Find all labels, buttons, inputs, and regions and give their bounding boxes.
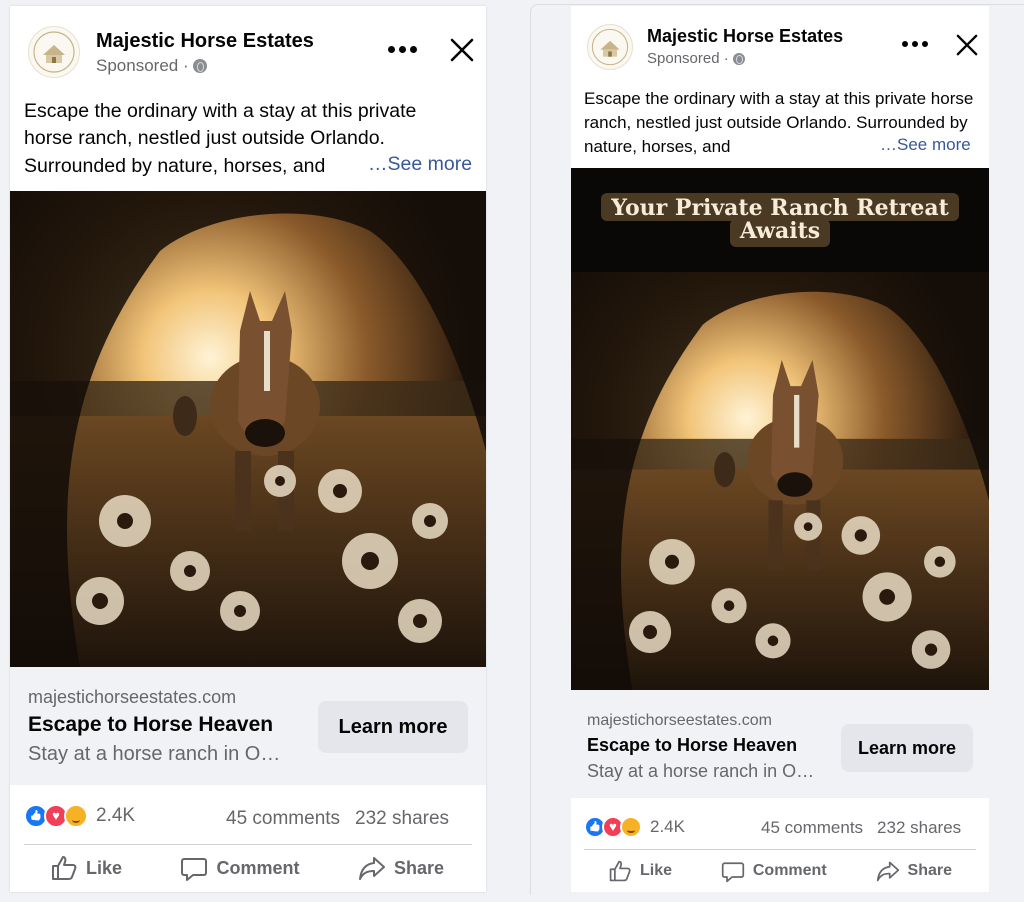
link-headline: Escape to Horse Heaven: [587, 735, 798, 755]
sponsored-text: Sponsored ·: [647, 50, 729, 67]
banner-title-line2: Awaits: [729, 218, 831, 248]
more-options-button[interactable]: [902, 41, 928, 47]
shares-count[interactable]: 232 shares: [355, 808, 449, 830]
comment-icon: [181, 858, 208, 881]
page-name[interactable]: Majestic Horse Estates: [647, 26, 843, 47]
like-label: Like: [86, 857, 123, 878]
link-preview[interactable]: majestichorseestates.com Escape to Horse…: [571, 690, 989, 798]
more-options-button[interactable]: [388, 46, 417, 53]
share-label: Share: [907, 862, 952, 879]
link-domain: majestichorseestates.com: [28, 687, 237, 707]
thumbs-up-icon: [52, 856, 77, 880]
sponsored-label: Sponsored ·: [96, 56, 207, 76]
link-preview[interactable]: majestichorseestates.com Escape to Horse…: [10, 667, 486, 785]
divider: [24, 844, 472, 845]
comment-label: Comment: [752, 862, 827, 879]
globe-icon: [192, 59, 207, 73]
ad-image[interactable]: [571, 272, 989, 690]
page-logo[interactable]: [28, 26, 80, 78]
sponsored-text: Sponsored ·: [96, 56, 189, 75]
comments-count[interactable]: 45 comments: [761, 818, 863, 838]
link-description: Stay at a horse ranch in O…: [28, 743, 281, 765]
reaction-count: 2.4K: [650, 817, 685, 836]
share-label: Share: [393, 857, 444, 878]
reaction-summary[interactable]: 2.4K: [584, 816, 685, 838]
share-icon: [358, 857, 385, 880]
learn-more-button[interactable]: Learn more: [318, 701, 468, 753]
action-bar: Like Comment Share: [608, 859, 952, 883]
shares-count[interactable]: 232 shares: [877, 818, 961, 838]
comments-count[interactable]: 45 comments: [226, 808, 340, 830]
share-icon: [876, 861, 899, 882]
divider: [584, 849, 976, 850]
image-banner: Your Private Ranch Retreat Awaits: [571, 168, 989, 272]
like-button[interactable]: Like: [50, 854, 122, 882]
thumbs-up-icon: [609, 860, 631, 882]
page-logo[interactable]: [587, 24, 633, 70]
link-description: Stay at a horse ranch in O…: [587, 761, 815, 781]
comment-icon: [721, 862, 745, 883]
link-domain: majestichorseestates.com: [587, 712, 772, 729]
comment-label: Comment: [216, 857, 300, 878]
link-headline: Escape to Horse Heaven: [28, 713, 274, 736]
care-reaction-icon: [64, 804, 88, 828]
banner-title-line1: Your Private Ranch Retreat: [601, 192, 959, 221]
ad-card-story-preview: Majestic Horse Estates Sponsored · Escap…: [571, 6, 989, 892]
ad-card-feed-preview: Majestic Horse Estates Sponsored · Escap…: [10, 6, 486, 892]
care-reaction-icon: [620, 816, 642, 838]
see-more-link[interactable]: …See more: [875, 135, 971, 155]
engagement-counts: 45 comments 232 shares: [226, 808, 449, 830]
globe-icon: [732, 52, 745, 65]
comment-button[interactable]: Comment: [721, 859, 827, 883]
page-name[interactable]: Majestic Horse Estates: [96, 30, 314, 53]
like-button[interactable]: Like: [608, 859, 672, 883]
share-button[interactable]: Share: [876, 859, 952, 883]
comment-button[interactable]: Comment: [180, 854, 300, 882]
close-icon[interactable]: [450, 38, 474, 62]
reaction-summary[interactable]: 2.4K: [24, 804, 135, 828]
close-icon[interactable]: [956, 34, 978, 56]
engagement-counts: 45 comments 232 shares: [761, 818, 961, 838]
sponsored-label: Sponsored ·: [647, 50, 745, 67]
like-label: Like: [640, 862, 673, 879]
see-more-link[interactable]: …See more: [362, 153, 473, 176]
share-button[interactable]: Share: [358, 854, 444, 882]
reaction-count: 2.4K: [96, 805, 136, 826]
ad-image[interactable]: [10, 191, 486, 667]
action-bar: Like Comment Share: [50, 854, 444, 882]
learn-more-button[interactable]: Learn more: [841, 724, 973, 772]
